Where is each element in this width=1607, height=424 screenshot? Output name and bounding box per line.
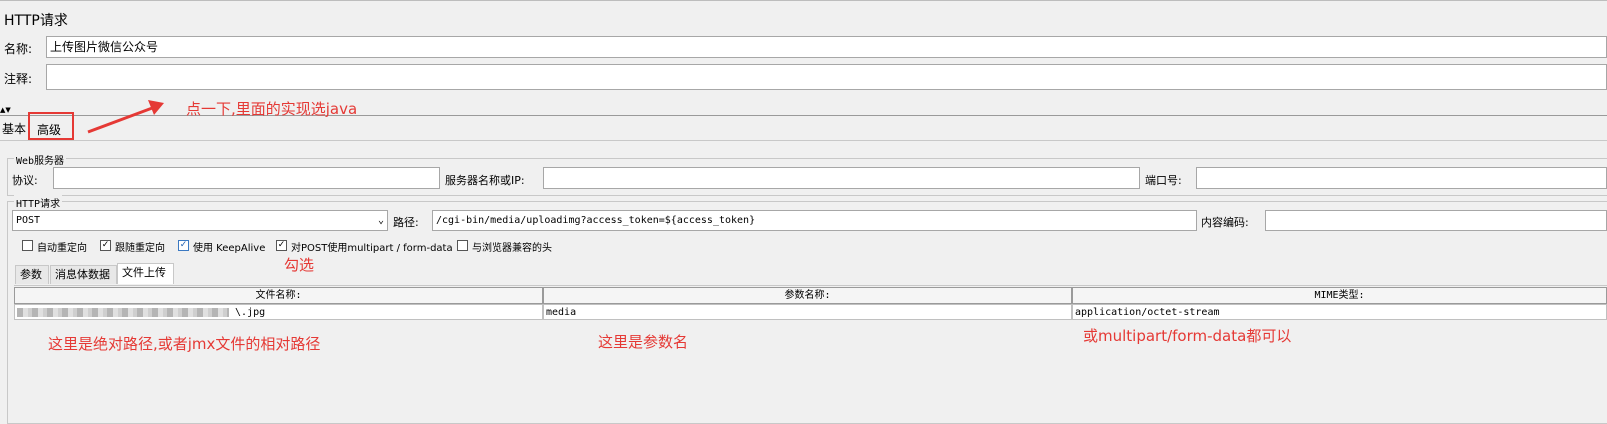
server-label: 服务器名称或IP: xyxy=(445,174,525,187)
column-header-filename[interactable]: 文件名称: xyxy=(14,287,543,304)
method-select[interactable]: POST ⌄ xyxy=(12,210,388,231)
chevron-down-icon[interactable]: ⌄ xyxy=(378,211,384,230)
web-server-group-title: Web服务器 xyxy=(14,152,67,167)
tab-files-upload[interactable]: 文件上传 xyxy=(117,263,174,284)
method-value: POST xyxy=(16,215,41,226)
panel-title: HTTP请求 xyxy=(4,13,68,29)
splitter-arrows-icon[interactable]: ▲▼ xyxy=(0,107,11,114)
column-header-param-name[interactable]: 参数名称: xyxy=(543,287,1072,304)
keepalive-label: 使用 KeepAlive xyxy=(193,243,266,254)
protocol-label: 协议: xyxy=(12,174,38,187)
tab-parameters[interactable]: 参数 xyxy=(15,265,49,284)
table-row-param-cell[interactable]: media xyxy=(543,304,1072,320)
follow-redirect-checkbox[interactable]: ✓ xyxy=(100,240,111,251)
encoding-input[interactable] xyxy=(1265,210,1607,231)
annotation-arrow xyxy=(87,100,164,134)
comment-input[interactable] xyxy=(46,64,1607,90)
port-label: 端口号: xyxy=(1145,174,1182,187)
auto-redirect-label: 自动重定向 xyxy=(37,243,87,254)
window-top-border xyxy=(0,0,1607,1)
protocol-input[interactable] xyxy=(53,167,440,189)
multipart-label: 对POST使用multipart / form-data xyxy=(291,243,453,254)
tab-basic[interactable]: 基本 xyxy=(2,120,26,137)
name-label: 名称: xyxy=(4,42,33,56)
column-header-mime-type[interactable]: MIME类型: xyxy=(1072,287,1607,304)
browser-headers-checkbox[interactable] xyxy=(457,240,468,251)
path-label: 路径: xyxy=(393,216,419,229)
tab-advanced-highlight-box xyxy=(28,112,74,140)
path-input[interactable]: /cgi-bin/media/uploadimg?access_token=${… xyxy=(432,210,1197,231)
multipart-checkbox[interactable]: ✓ xyxy=(276,240,287,251)
follow-redirect-label: 跟随重定向 xyxy=(115,243,165,254)
port-input[interactable] xyxy=(1196,167,1607,189)
table-row-mime-cell[interactable]: application/octet-stream xyxy=(1072,304,1607,320)
auto-redirect-checkbox[interactable] xyxy=(22,240,33,251)
encoding-label: 内容编码: xyxy=(1201,216,1249,229)
annotation-mime-note: 或multipart/form-data都可以 xyxy=(1083,327,1292,345)
tab-body-data[interactable]: 消息体数据 xyxy=(50,265,117,284)
annotation-click-note: 点一下,里面的实现选java xyxy=(186,100,358,118)
browser-headers-label: 与浏览器兼容的头 xyxy=(472,243,552,254)
annotation-path-note: 这里是绝对路径,或者jmx文件的相对路径 xyxy=(48,335,321,353)
annotation-param-note: 这里是参数名 xyxy=(598,333,689,351)
server-input[interactable] xyxy=(543,167,1140,189)
file-name-suffix: \.jpg xyxy=(235,307,266,318)
http-request-group-title: HTTP请求 xyxy=(14,195,63,210)
blurred-path xyxy=(17,307,229,317)
name-input[interactable]: 上传图片微信公众号 xyxy=(46,36,1607,58)
comment-label: 注释: xyxy=(4,72,33,86)
table-row-file-cell[interactable]: \.jpg xyxy=(14,304,543,320)
annotation-check-note: 勾选 xyxy=(284,256,315,274)
keepalive-checkbox[interactable]: ✓ xyxy=(178,240,189,251)
